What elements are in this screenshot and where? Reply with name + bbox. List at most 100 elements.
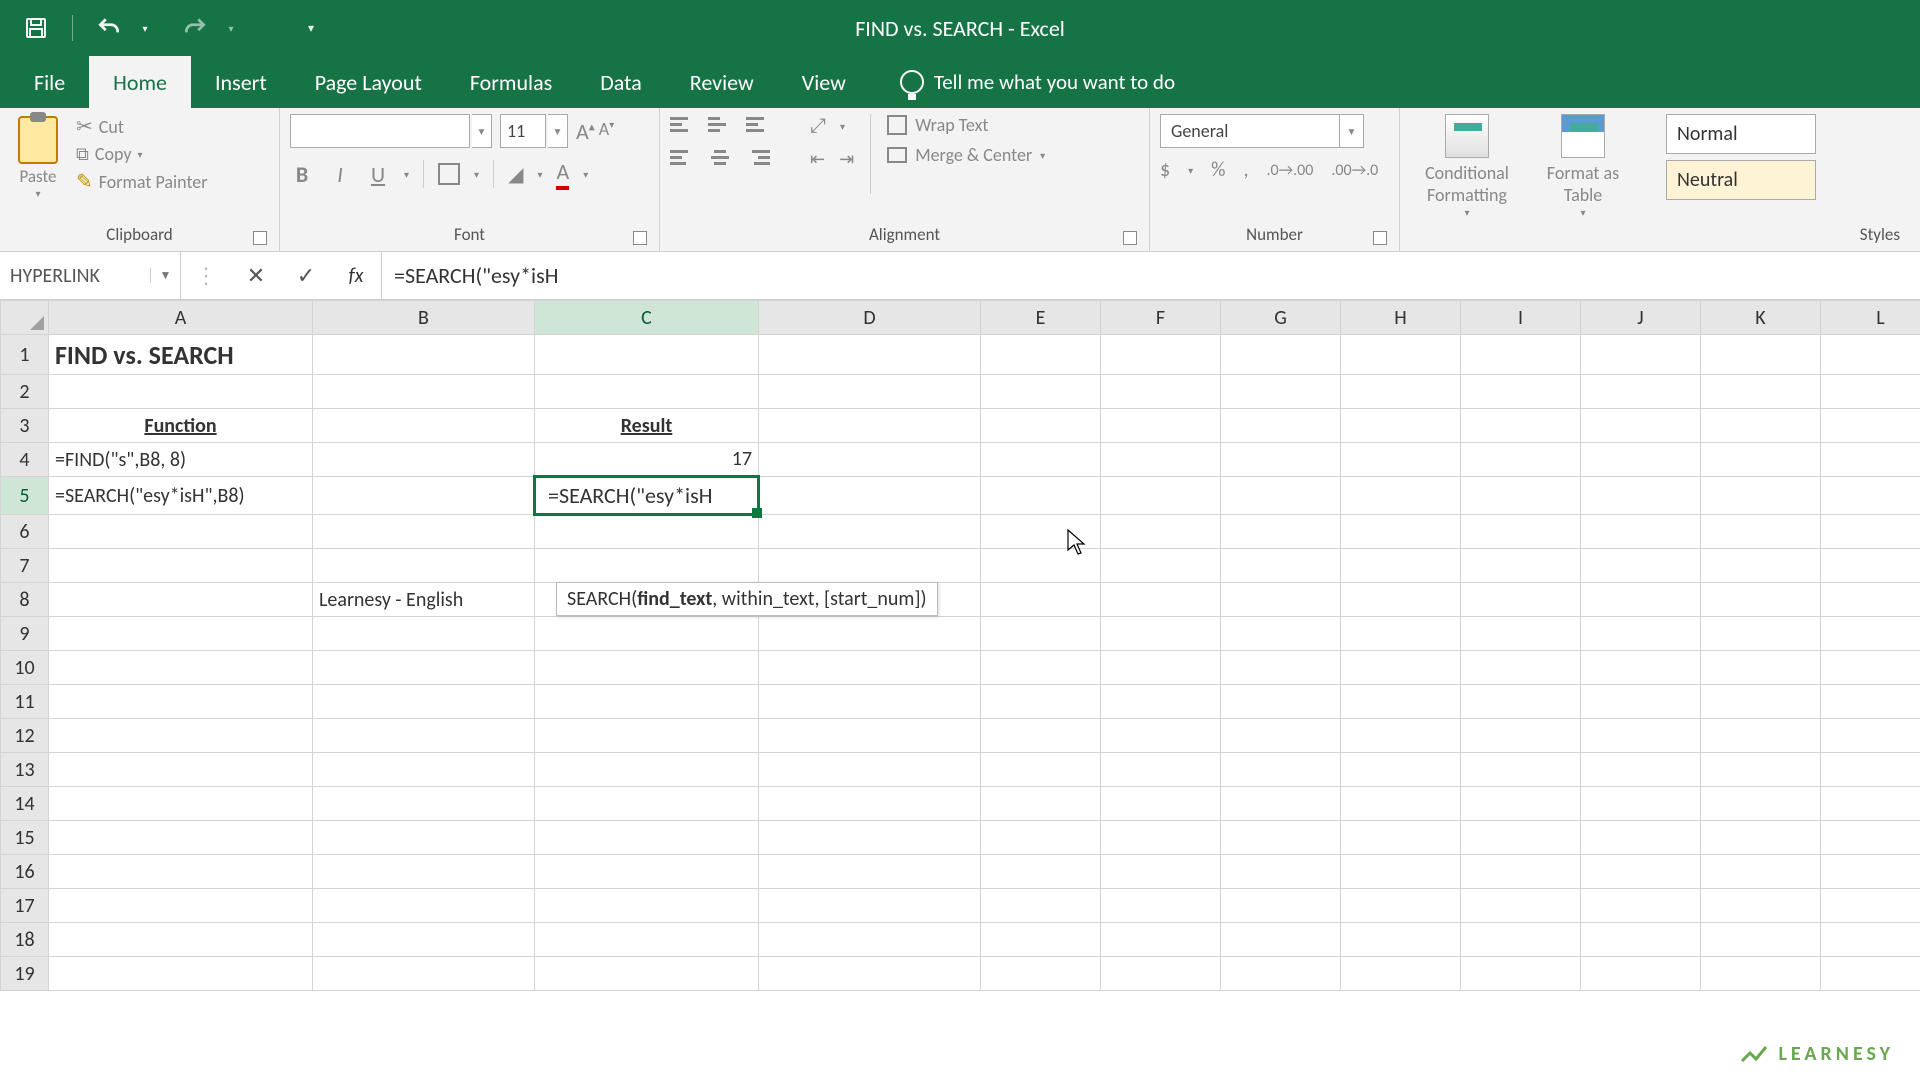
row-header-7[interactable]: 7 — [1, 549, 49, 583]
font-name-combo[interactable] — [290, 114, 470, 148]
cell-A3[interactable]: Function — [49, 409, 313, 443]
col-header-B[interactable]: B — [313, 301, 535, 335]
qat-customize-icon[interactable]: ▾ — [297, 14, 325, 42]
cell-style-neutral[interactable]: Neutral — [1666, 160, 1816, 200]
row-header-19[interactable]: 19 — [1, 957, 49, 991]
comma-format-button[interactable]: , — [1243, 158, 1248, 182]
tab-home[interactable]: Home — [89, 56, 191, 108]
row-header-5[interactable]: 5 — [1, 477, 49, 515]
save-icon[interactable] — [22, 14, 50, 42]
font-launcher[interactable] — [633, 231, 647, 245]
undo-dropdown-icon[interactable]: ▾ — [131, 14, 159, 42]
alignment-launcher[interactable] — [1123, 231, 1137, 245]
tab-formulas[interactable]: Formulas — [446, 56, 576, 108]
row-header-3[interactable]: 3 — [1, 409, 49, 443]
wrap-text-button[interactable]: Wrap Text — [887, 114, 1045, 136]
col-header-F[interactable]: F — [1101, 301, 1221, 335]
row-header-16[interactable]: 16 — [1, 855, 49, 889]
col-header-H[interactable]: H — [1341, 301, 1461, 335]
cell-C4[interactable]: 17 — [535, 443, 759, 477]
font-size-input[interactable]: 11 — [500, 114, 546, 148]
align-middle-button[interactable] — [708, 117, 732, 135]
conditional-formatting-button[interactable]: Conditional Formatting ▾ — [1412, 114, 1522, 219]
col-header-G[interactable]: G — [1221, 301, 1341, 335]
tab-review[interactable]: Review — [666, 56, 778, 108]
borders-button[interactable] — [438, 163, 460, 185]
font-color-button[interactable]: A — [556, 158, 569, 190]
align-left-button[interactable] — [670, 150, 694, 168]
function-tooltip[interactable]: SEARCH(find_text, within_text, [start_nu… — [556, 582, 938, 616]
increase-font-icon[interactable]: A▴ — [576, 118, 595, 145]
formula-cancel-button[interactable]: ✕ — [231, 262, 281, 289]
cell-A5[interactable]: =SEARCH("esy*isH",B8) — [49, 477, 313, 515]
col-header-D[interactable]: D — [759, 301, 981, 335]
percent-format-button[interactable]: % — [1211, 158, 1225, 182]
fill-color-button[interactable]: ◢ — [508, 162, 523, 187]
number-format-dropdown-icon[interactable]: ▼ — [1340, 114, 1364, 148]
row-header-17[interactable]: 17 — [1, 889, 49, 923]
row-header-8[interactable]: 8 — [1, 583, 49, 617]
decrease-decimal-button[interactable]: .00→.0 — [1331, 161, 1378, 180]
cell-C3[interactable]: Result — [535, 409, 759, 443]
format-as-table-button[interactable]: Format as Table ▾ — [1528, 114, 1638, 219]
tab-file[interactable]: File — [10, 56, 89, 108]
undo-icon[interactable] — [95, 14, 123, 42]
row-header-4[interactable]: 4 — [1, 443, 49, 477]
merge-center-button[interactable]: Merge & Center▾ — [887, 144, 1045, 166]
select-all-corner[interactable] — [1, 301, 49, 335]
increase-decimal-button[interactable]: .0→.00 — [1266, 161, 1313, 180]
decrease-indent-button[interactable]: ⇤ — [810, 148, 825, 170]
tab-data[interactable]: Data — [576, 56, 666, 108]
formula-split-icon[interactable]: ⋮ — [181, 262, 231, 289]
clipboard-launcher[interactable] — [253, 231, 267, 245]
cell-B8[interactable]: Learnesy - English — [313, 583, 535, 617]
col-header-L[interactable]: L — [1821, 301, 1920, 335]
increase-indent-button[interactable]: ⇥ — [839, 148, 854, 170]
row-header-12[interactable]: 12 — [1, 719, 49, 753]
font-name-dropdown-icon[interactable]: ▼ — [472, 114, 492, 148]
number-format-combo[interactable]: General — [1160, 114, 1340, 148]
col-header-J[interactable]: J — [1581, 301, 1701, 335]
decrease-font-icon[interactable]: A▾ — [599, 118, 614, 145]
col-header-E[interactable]: E — [981, 301, 1101, 335]
orientation-button[interactable]: ⤢ — [810, 114, 826, 138]
underline-button[interactable]: U — [366, 161, 390, 188]
name-box[interactable]: HYPERLINK — [0, 264, 150, 288]
paste-button[interactable]: Paste ▾ — [10, 114, 66, 200]
cut-button[interactable]: ✂Cut — [76, 114, 208, 139]
row-header-13[interactable]: 13 — [1, 753, 49, 787]
align-top-button[interactable] — [670, 117, 694, 135]
accounting-format-button[interactable]: $ — [1160, 158, 1170, 182]
insert-function-button[interactable]: fx — [331, 264, 381, 288]
cell-C5[interactable]: =SEARCH("esy*isH — [535, 477, 759, 515]
cell-A1[interactable]: FIND vs. SEARCH — [49, 335, 313, 375]
align-center-button[interactable] — [708, 150, 732, 168]
formula-enter-button[interactable]: ✓ — [281, 262, 331, 289]
row-header-10[interactable]: 10 — [1, 651, 49, 685]
col-header-I[interactable]: I — [1461, 301, 1581, 335]
row-header-14[interactable]: 14 — [1, 787, 49, 821]
row-header-2[interactable]: 2 — [1, 375, 49, 409]
tab-insert[interactable]: Insert — [191, 56, 291, 108]
row-header-1[interactable]: 1 — [1, 335, 49, 375]
row-header-15[interactable]: 15 — [1, 821, 49, 855]
format-painter-button[interactable]: ✎Format Painter — [76, 169, 208, 194]
col-header-A[interactable]: A — [49, 301, 313, 335]
tab-page-layout[interactable]: Page Layout — [291, 56, 446, 108]
spreadsheet-grid[interactable]: A B C D E F G H I J K L 1FIND vs. SEARCH… — [0, 300, 1920, 991]
tell-me-search[interactable]: Tell me what you want to do — [900, 56, 1175, 108]
tab-view[interactable]: View — [778, 56, 870, 108]
number-launcher[interactable] — [1373, 231, 1387, 245]
cell-A4[interactable]: =FIND("s",B8, 8) — [49, 443, 313, 477]
col-header-K[interactable]: K — [1701, 301, 1821, 335]
row-header-11[interactable]: 11 — [1, 685, 49, 719]
cell-style-normal[interactable]: Normal — [1666, 114, 1816, 154]
col-header-C[interactable]: C — [535, 301, 759, 335]
align-bottom-button[interactable] — [746, 117, 770, 135]
font-size-dropdown-icon[interactable]: ▼ — [548, 114, 568, 148]
formula-bar-input[interactable]: =SEARCH("esy*isH — [382, 252, 1920, 299]
row-header-9[interactable]: 9 — [1, 617, 49, 651]
row-header-18[interactable]: 18 — [1, 923, 49, 957]
name-box-dropdown-icon[interactable]: ▼ — [150, 268, 180, 283]
bold-button[interactable]: B — [290, 161, 314, 188]
